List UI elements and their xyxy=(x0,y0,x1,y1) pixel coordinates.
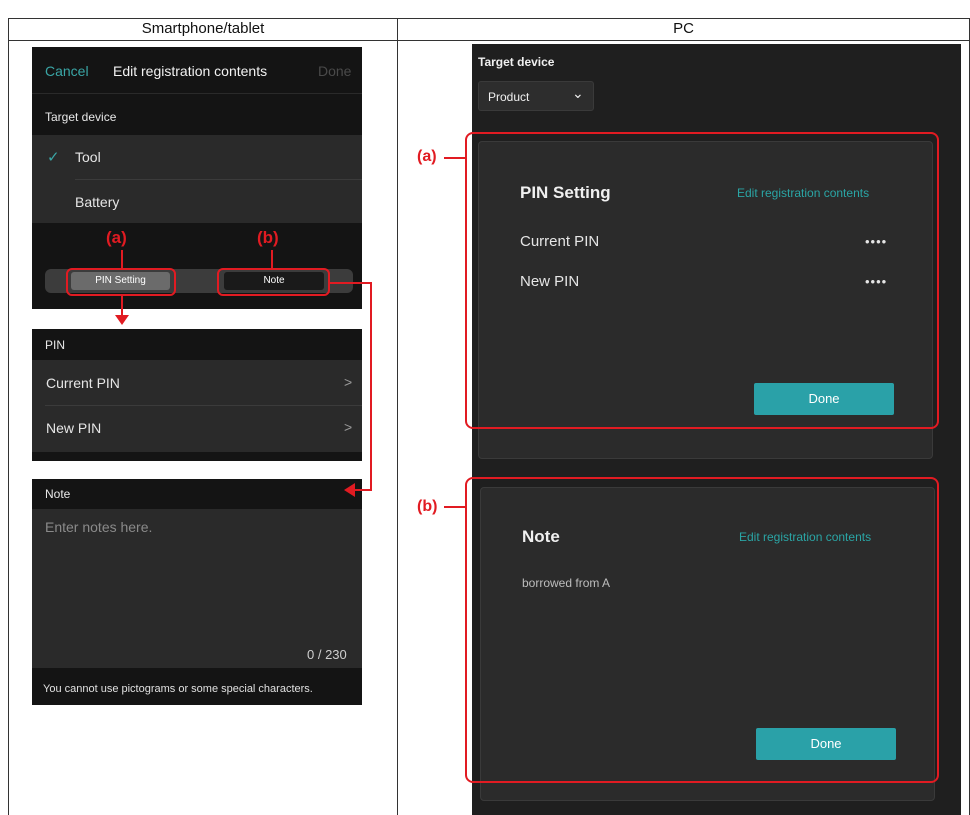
pin-section-label: PIN xyxy=(45,338,66,352)
dropdown-value: Product xyxy=(488,90,530,104)
annotation-a-leader xyxy=(121,250,123,268)
nav-divider xyxy=(32,93,362,94)
annotation-b-box xyxy=(217,268,330,296)
nav-title: Edit registration contents xyxy=(113,63,268,79)
column-header-pc: PC xyxy=(673,20,694,37)
arrow-b-vertical xyxy=(370,282,372,491)
arrow-left-icon xyxy=(344,483,355,497)
chevron-right-icon: > xyxy=(344,419,353,435)
target-device-label: Target device xyxy=(45,110,117,124)
current-pin-row[interactable]: Current PIN > xyxy=(32,360,362,405)
note-placeholder: Enter notes here. xyxy=(45,519,153,535)
option-label: Tool xyxy=(75,149,101,165)
chevron-down-icon: ⌄ xyxy=(572,85,584,101)
arrow-b-return xyxy=(353,489,372,491)
table-header-border xyxy=(8,40,970,41)
option-tool[interactable]: ✓ Tool xyxy=(32,135,362,179)
row-label: Current PIN xyxy=(46,375,120,391)
annotation-b-pc: (b) xyxy=(417,498,438,515)
annotation-a-pc: (a) xyxy=(417,148,437,165)
option-battery[interactable]: Battery xyxy=(32,180,362,223)
arrow-b-horizontal xyxy=(330,282,372,284)
row-label: New PIN xyxy=(46,420,102,436)
new-pin-row[interactable]: New PIN > xyxy=(32,406,362,451)
target-device-dropdown[interactable]: Product ⌄ xyxy=(478,81,594,111)
annotation-a-phone: (a) xyxy=(106,228,127,247)
arrow-down-icon xyxy=(115,315,129,325)
annotation-b-phone: (b) xyxy=(257,228,279,247)
note-warning: You cannot use pictograms or some specia… xyxy=(43,683,313,695)
arrow-a-shaft xyxy=(121,296,123,316)
annotation-b-pc-box xyxy=(465,477,939,783)
pc-target-device-label: Target device xyxy=(478,55,555,69)
done-button[interactable]: Done xyxy=(318,63,351,79)
table-left-border xyxy=(8,18,9,815)
character-counter: 0 / 230 xyxy=(307,647,347,662)
annotation-b-leader xyxy=(271,250,273,268)
check-icon: ✓ xyxy=(47,149,60,166)
annotation-a-pc-leader xyxy=(444,157,465,159)
cancel-button[interactable]: Cancel xyxy=(45,63,89,79)
column-header-smartphone: Smartphone/tablet xyxy=(141,20,265,37)
chevron-right-icon: > xyxy=(344,374,353,390)
annotation-a-pc-box xyxy=(465,132,939,429)
note-section-label: Note xyxy=(45,487,71,501)
annotation-b-pc-leader xyxy=(444,506,465,508)
annotation-a-box xyxy=(66,268,176,296)
option-label: Battery xyxy=(75,194,120,210)
table-middle-border xyxy=(397,18,398,815)
